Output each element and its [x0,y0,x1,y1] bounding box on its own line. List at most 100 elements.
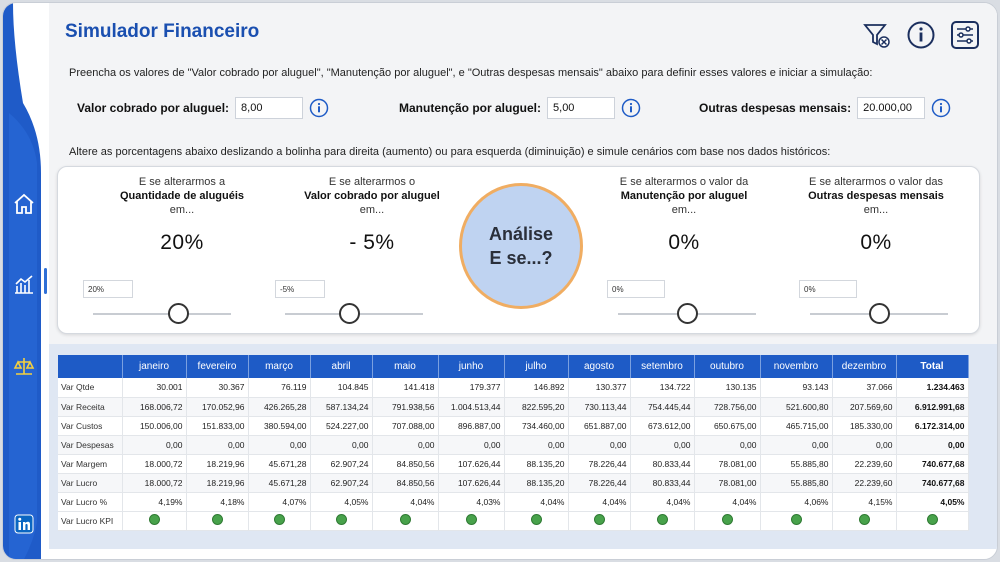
table-cell: 55.885,80 [760,454,833,474]
row-label: Var Custos [58,416,123,436]
page-title: Simulador Financeiro [65,21,260,42]
table-corner [58,355,123,378]
manutencao-input[interactable] [547,97,616,119]
kpi-cell [760,511,833,531]
sidebar [3,3,55,559]
sim-title: Outras despesas mensais [808,190,944,202]
quantidade-pct-input[interactable] [83,280,133,298]
manutencao-slider-knob[interactable] [676,303,698,324]
sim-text: E se alterarmos o valor das [809,176,943,188]
table-cell: 93.143 [760,378,833,398]
column-header[interactable]: setembro [630,355,695,378]
simulation-panel: E se alterarmos a Quantidade de aluguéis… [57,166,980,334]
analysis-label: Análise [488,224,554,244]
manutencao-pct-input[interactable] [607,280,665,298]
table-cell: 130.377 [568,378,631,398]
outras-despesas-pct-input[interactable] [799,280,857,298]
sim-percentage: 20% [160,231,204,254]
kpi-cell [832,511,897,531]
column-header[interactable]: janeiro [122,355,187,378]
column-header[interactable]: março [248,355,311,378]
table-cell: 0,00 [630,435,695,455]
table-cell: 130.135 [694,378,761,398]
table-cell: 734.460,00 [504,416,569,436]
column-header[interactable]: junho [438,355,505,378]
analysis-button[interactable]: Análise E se...? [459,183,583,309]
column-header[interactable]: agosto [568,355,631,378]
outras-despesas-input[interactable] [857,97,926,119]
column-header[interactable]: novembro [760,355,833,378]
table-cell: 4,04% [372,492,439,512]
kpi-status-icon [721,514,733,525]
sim-title: Quantidade de aluguéis [119,190,245,202]
table-cell: 88.135,20 [504,454,569,474]
table-cell: 6.912.991,68 [896,397,969,417]
kpi-status-icon [211,514,223,525]
table-cell: 107.626,44 [438,454,505,474]
table-cell: 587.134,24 [310,397,373,417]
info-icon[interactable] [905,19,937,51]
sim-valor-cobrado: E se alterarmos o Valor cobrado por alug… [288,175,456,255]
table-cell: 822.595,20 [504,397,569,417]
kpi-status-icon [148,514,160,525]
kpi-status-icon [465,514,477,525]
outras-despesas-slider-knob[interactable] [868,303,890,324]
table-cell: 0,00 [372,435,439,455]
filter-clear-icon[interactable] [861,19,893,51]
table-cell: 55.885,80 [760,473,833,493]
column-header[interactable]: dezembro [832,355,897,378]
column-header[interactable]: abril [310,355,373,378]
scale-icon[interactable] [9,351,39,381]
table-cell: 150.006,00 [122,416,187,436]
kpi-cell [438,511,505,531]
table-cell: 30.001 [122,378,187,398]
sim-percentage: 0% [668,231,700,254]
slider-track[interactable] [93,313,231,315]
table-cell: 45.671,28 [248,454,311,474]
row-label: Var Lucro % [58,492,123,512]
table-cell: 107.626,44 [438,473,505,493]
valor-cobrado-input[interactable] [235,97,304,119]
column-header[interactable]: Total [896,355,969,378]
table-cell: 754.445,44 [630,397,695,417]
table-cell: 104.845 [310,378,373,398]
column-header[interactable]: julho [504,355,569,378]
sim-manutencao: E se alterarmos o valor da Manutenção po… [600,175,768,255]
table-cell: 78.226,44 [568,454,631,474]
table-cell: 146.892 [504,378,569,398]
table-cell: 78.226,44 [568,473,631,493]
table-cell: 0,00 [438,435,505,455]
chart-icon[interactable] [9,269,39,299]
info-icon[interactable] [309,98,329,118]
info-icon[interactable] [621,98,641,118]
column-header[interactable]: maio [372,355,439,378]
table-cell: 4,07% [248,492,311,512]
table-cell: 30.367 [186,378,249,398]
table-cell: 0,00 [832,435,897,455]
column-header[interactable]: fevereiro [186,355,249,378]
table-cell: 0,00 [760,435,833,455]
quantidade-slider-knob[interactable] [168,303,190,324]
valor-cobrado-slider-knob[interactable] [339,303,361,324]
sim-text: E se alterarmos a [138,176,226,188]
kpi-cell [694,511,761,531]
valor-cobrado-pct-input[interactable] [275,280,325,298]
table-cell: 80.833,44 [630,473,695,493]
table-row: Var Receita 168.006,72 170.052,96 426.265,2… [58,397,969,417]
linkedin-icon[interactable] [9,509,39,539]
table-cell: 896.887,00 [438,416,505,436]
table-cell: 651.887,00 [568,416,631,436]
param-label: Valor cobrado por aluguel: [77,101,230,115]
table-cell: 4,06% [760,492,833,512]
info-icon[interactable] [931,98,951,118]
kpi-cell [186,511,249,531]
table-cell: 524.227,00 [310,416,373,436]
home-icon[interactable] [9,189,39,219]
kpi-cell [896,511,969,531]
settings-sliders-icon[interactable] [949,19,981,51]
table-row-kpi: Var Lucro KPI [58,511,969,531]
column-header[interactable]: outubro [694,355,761,378]
kpi-cell [372,511,439,531]
param-valor-cobrado: Valor cobrado por aluguel: [77,97,329,119]
table-cell: 4,05% [310,492,373,512]
